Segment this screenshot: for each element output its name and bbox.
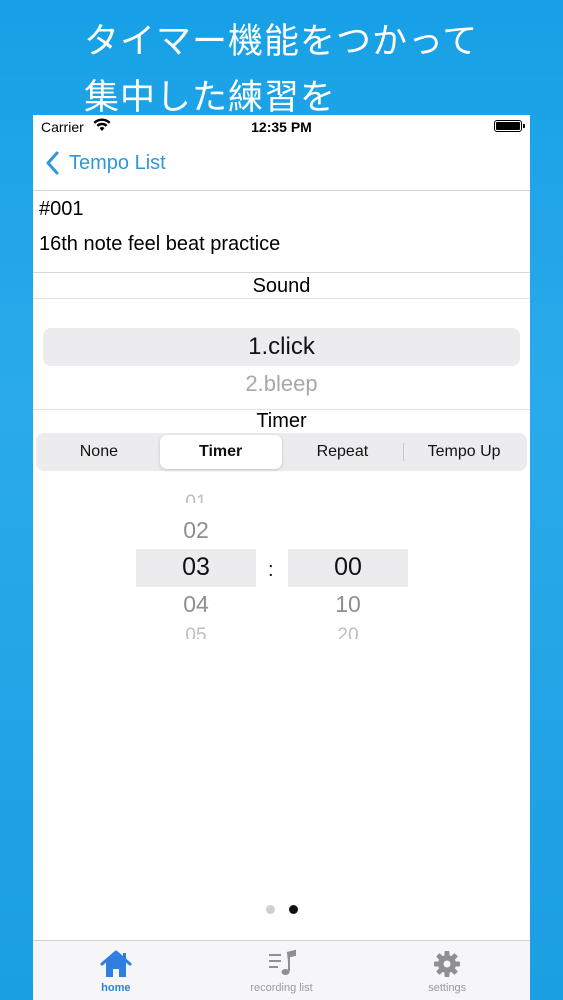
navigation-bar: Tempo List bbox=[33, 139, 530, 191]
chevron-left-icon bbox=[46, 151, 59, 175]
back-button[interactable]: Tempo List bbox=[45, 151, 166, 175]
segment-timer[interactable]: Timer bbox=[159, 435, 282, 469]
timer-duration-picker[interactable]: 01 02 03 04 05 : 00 10 20 bbox=[33, 487, 530, 647]
phone-screen: Carrier 12:35 PM Tempo List #001 16th no… bbox=[33, 115, 530, 1000]
seconds-wheel[interactable]: 00 10 20 bbox=[288, 487, 408, 647]
segment-none[interactable]: None bbox=[38, 435, 160, 469]
tab-settings-label: settings bbox=[428, 982, 467, 994]
tab-recording-list-label: recording list bbox=[250, 982, 313, 994]
time-separator: : bbox=[268, 559, 274, 581]
page-indicator bbox=[33, 905, 530, 914]
tab-recording-list[interactable]: recording list bbox=[199, 941, 365, 1000]
minutes-value[interactable]: 04 bbox=[136, 591, 256, 618]
gear-icon bbox=[434, 951, 461, 977]
battery-icon bbox=[494, 120, 525, 132]
tab-home-label: home bbox=[101, 982, 131, 994]
timer-mode-segmented-control[interactable]: None Timer Repeat Tempo Up bbox=[36, 433, 527, 471]
minutes-value[interactable]: 01 bbox=[136, 489, 256, 503]
promo-caption: タイマー機能をつかって 集中した練習を bbox=[84, 14, 544, 126]
tab-home[interactable]: home bbox=[33, 941, 199, 1000]
page-dot-1[interactable] bbox=[265, 905, 275, 914]
minutes-value[interactable]: 05 bbox=[136, 625, 256, 639]
entry-info: #001 16th note feel beat practice bbox=[33, 192, 530, 273]
seconds-value-selected[interactable]: 00 bbox=[288, 553, 408, 582]
music-list-icon bbox=[268, 949, 296, 975]
entry-title: 16th note feel beat practice bbox=[39, 233, 281, 255]
status-bar: Carrier 12:35 PM bbox=[33, 115, 530, 139]
entry-number: #001 bbox=[39, 198, 84, 220]
promo-line-1: タイマー機能をつかって bbox=[84, 22, 479, 62]
sound-option-click[interactable]: 1.click bbox=[33, 333, 530, 361]
status-time: 12:35 PM bbox=[251, 119, 312, 135]
segment-tempo-up[interactable]: Tempo Up bbox=[403, 435, 525, 469]
minutes-value[interactable]: 02 bbox=[136, 517, 256, 544]
timer-header: Timer bbox=[33, 409, 530, 433]
sound-header: Sound bbox=[33, 275, 530, 299]
seconds-value[interactable]: 10 bbox=[288, 591, 408, 618]
minutes-wheel[interactable]: 01 02 03 04 05 bbox=[136, 487, 256, 647]
sound-option-bleep[interactable]: 2.bleep bbox=[33, 371, 530, 397]
segment-repeat[interactable]: Repeat bbox=[282, 435, 404, 469]
tab-settings[interactable]: settings bbox=[364, 941, 530, 1000]
home-icon bbox=[100, 950, 132, 977]
minutes-value-selected[interactable]: 03 bbox=[136, 553, 256, 582]
back-button-label: Tempo List bbox=[69, 151, 166, 174]
page-dot-2[interactable] bbox=[288, 905, 298, 914]
sound-picker[interactable]: 1.click 2.bleep bbox=[33, 305, 530, 405]
tab-bar: home recording list settings bbox=[33, 940, 530, 1000]
seconds-value[interactable]: 20 bbox=[288, 625, 408, 639]
